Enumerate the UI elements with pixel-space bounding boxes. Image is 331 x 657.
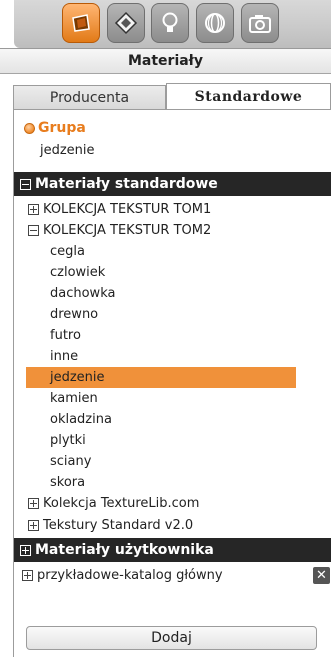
panel-title: Materiały	[0, 48, 331, 74]
sphere-tool-button[interactable]	[196, 3, 234, 43]
light-bulb-icon	[162, 12, 178, 32]
texture-icon	[114, 11, 138, 35]
tree-item-user-catalog[interactable]: przykładowe-katalog główny ✕	[14, 565, 331, 586]
list-item-drewno[interactable]: drewno	[14, 304, 331, 325]
list-item-skora[interactable]: skora	[14, 472, 331, 493]
group-label: Grupa	[24, 120, 86, 136]
tab-standardowe[interactable]: Standardowe	[166, 83, 331, 109]
collapse-icon	[28, 225, 39, 236]
camera-icon	[249, 15, 271, 33]
list-item-inne[interactable]: inne	[14, 346, 331, 367]
tree-item-user-catalog-label: przykładowe-katalog główny	[37, 568, 223, 583]
group-label-text: Grupa	[38, 120, 86, 136]
list-item-futro[interactable]: futro	[14, 325, 331, 346]
list-item-okladzina[interactable]: okladzina	[14, 409, 331, 430]
list-item-dachowka[interactable]: dachowka	[14, 283, 331, 304]
tree-item-tom1[interactable]: KOLEKCJA TEKSTUR TOM1	[14, 199, 331, 220]
texture-tool-button[interactable]	[107, 3, 145, 43]
expand-icon	[28, 204, 39, 215]
tab-producenta[interactable]: Producenta	[13, 85, 166, 109]
group-radio-icon	[24, 122, 35, 134]
list-item-cegla[interactable]: cegla	[14, 241, 331, 262]
list-item-czlowiek[interactable]: czlowiek	[14, 262, 331, 283]
expand-icon	[20, 544, 31, 556]
list-item-kamien[interactable]: kamien	[14, 388, 331, 409]
list-item-jedzenie-selected[interactable]: jedzenie	[26, 367, 296, 388]
tree-item-tom1-label: KOLEKCJA TEKSTUR TOM1	[43, 202, 212, 217]
tree-item-tom2-label: KOLEKCJA TEKSTUR TOM2	[43, 223, 212, 238]
material-icon	[72, 14, 90, 32]
toolbar	[14, 0, 331, 48]
sphere-icon	[205, 13, 225, 33]
light-tool-button[interactable]	[151, 3, 189, 43]
tree-item-texturelib-label: Kolekcja TextureLib.com	[43, 496, 200, 511]
material-tool-button[interactable]	[62, 3, 100, 43]
tab-bar: Producenta Standardowe	[13, 83, 331, 109]
expand-icon	[28, 520, 39, 531]
list-item-sciany[interactable]: sciany	[14, 451, 331, 472]
collapse-icon	[20, 178, 31, 190]
add-button[interactable]: Dodaj	[26, 626, 317, 650]
materials-panel: Grupa jedzenie Materiały standardowe KOL…	[13, 109, 331, 657]
tree-item-standard-v2[interactable]: Tekstury Standard v2.0	[14, 515, 331, 536]
group-value: jedzenie	[40, 143, 95, 158]
tree-item-tom2[interactable]: KOLEKCJA TEKSTUR TOM2	[14, 220, 331, 241]
list-item-plytki[interactable]: plytki	[14, 430, 331, 451]
tree-item-standard-v2-label: Tekstury Standard v2.0	[43, 518, 194, 533]
expand-icon	[22, 570, 33, 581]
section-standard-materials[interactable]: Materiały standardowe	[14, 172, 331, 196]
expand-icon	[28, 498, 39, 509]
close-icon[interactable]: ✕	[313, 567, 330, 584]
section-user-materials-label: Materiały użytkownika	[35, 542, 214, 558]
camera-tool-button[interactable]	[241, 3, 279, 43]
tree-item-texturelib[interactable]: Kolekcja TextureLib.com	[14, 493, 331, 514]
section-user-materials[interactable]: Materiały użytkownika	[14, 538, 331, 562]
section-standard-materials-label: Materiały standardowe	[35, 176, 218, 192]
